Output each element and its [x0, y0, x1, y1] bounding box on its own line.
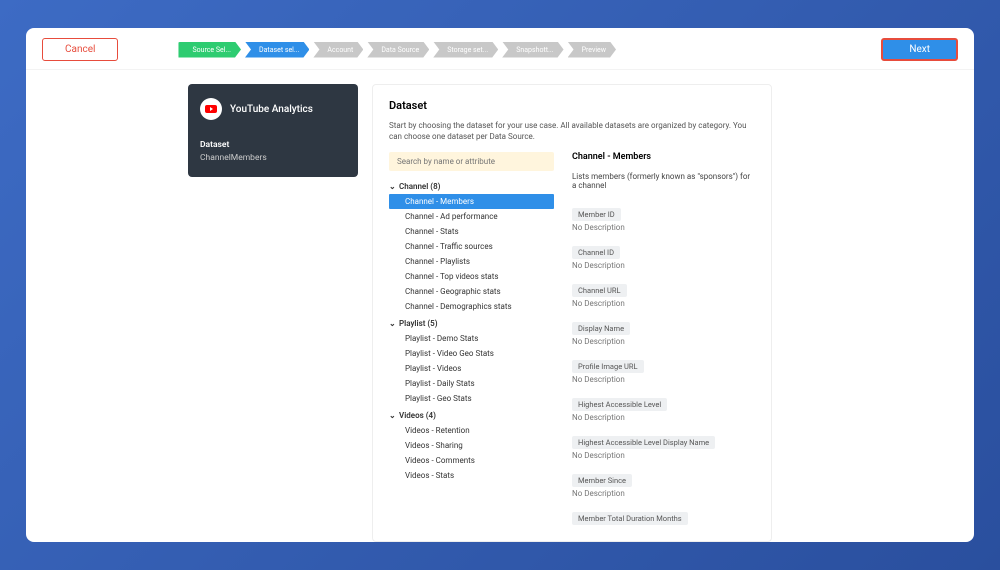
attribute-row: Display Name No Description: [572, 316, 755, 346]
detail-subtitle: Lists members (formerly known as "sponso…: [572, 172, 755, 190]
dataset-tree: ⌄Channel (8)Channel - MembersChannel - A…: [389, 179, 554, 485]
attribute-row: Member ID No Description: [572, 202, 755, 232]
attribute-description: No Description: [572, 223, 755, 232]
search-input[interactable]: [389, 152, 554, 171]
tree-item[interactable]: Channel - Geographic stats: [389, 284, 554, 299]
attribute-row: Channel URL No Description: [572, 278, 755, 308]
dataset-section-label: Dataset: [200, 140, 346, 150]
tree-item[interactable]: Channel - Members: [389, 194, 554, 209]
tree-item[interactable]: Videos - Retention: [389, 423, 554, 438]
wizard-step[interactable]: Source Sel...: [178, 42, 241, 58]
chevron-down-icon: ⌄: [389, 319, 395, 328]
wizard-step[interactable]: Account: [313, 42, 363, 58]
tree-group-header[interactable]: ⌄Playlist (5): [389, 316, 554, 331]
tree-item[interactable]: Playlist - Daily Stats: [389, 376, 554, 391]
top-bar: Cancel Source Sel...Dataset sel...Accoun…: [26, 28, 974, 70]
chevron-down-icon: ⌄: [389, 182, 395, 191]
wizard-steps: Source Sel...Dataset sel...AccountData S…: [178, 42, 821, 58]
attribute-description: No Description: [572, 489, 755, 498]
source-title: YouTube Analytics: [230, 104, 313, 115]
attribute-name: Channel URL: [572, 284, 627, 297]
wizard-step[interactable]: Preview: [568, 42, 616, 58]
attribute-description: No Description: [572, 451, 755, 460]
tree-group-header[interactable]: ⌄Videos (4): [389, 408, 554, 423]
attribute-name: Member Total Duration Months: [572, 512, 688, 525]
attribute-row: Member Total Duration MonthsNo Descripti…: [572, 506, 755, 527]
next-button[interactable]: Next: [881, 38, 958, 61]
tree-item[interactable]: Playlist - Video Geo Stats: [389, 346, 554, 361]
attribute-name: Highest Accessible Level: [572, 398, 667, 411]
attribute-name: Display Name: [572, 322, 630, 335]
attribute-description: No Description: [572, 261, 755, 270]
tree-item[interactable]: Videos - Sharing: [389, 438, 554, 453]
tree-item[interactable]: Playlist - Videos: [389, 361, 554, 376]
attribute-description: No Description: [572, 413, 755, 422]
attribute-name: Member ID: [572, 208, 621, 221]
attribute-row: Channel ID No Description: [572, 240, 755, 270]
attribute-description: No Description: [572, 375, 755, 384]
youtube-icon: [200, 98, 222, 120]
panel-description: Start by choosing the dataset for your u…: [389, 120, 755, 142]
attribute-name: Highest Accessible Level Display Name: [572, 436, 715, 449]
attribute-row: Highest Accessible Level No Description: [572, 392, 755, 422]
wizard-step[interactable]: Dataset sel...: [245, 42, 309, 58]
tree-item[interactable]: Channel - Ad performance: [389, 209, 554, 224]
wizard-step[interactable]: Data Source: [367, 42, 429, 58]
wizard-step[interactable]: Storage set...: [433, 42, 498, 58]
source-summary-card: YouTube Analytics Dataset ChannelMembers: [188, 84, 358, 177]
tree-item[interactable]: Channel - Top videos stats: [389, 269, 554, 284]
chevron-down-icon: ⌄: [389, 411, 395, 420]
attribute-name: Channel ID: [572, 246, 620, 259]
tree-item[interactable]: Playlist - Geo Stats: [389, 391, 554, 406]
tree-item[interactable]: Playlist - Demo Stats: [389, 331, 554, 346]
dataset-selected-name: ChannelMembers: [200, 153, 346, 163]
tree-item[interactable]: Channel - Stats: [389, 224, 554, 239]
attribute-row: Highest Accessible Level Display Name No …: [572, 430, 755, 460]
attribute-row: Member Since No Description: [572, 468, 755, 498]
tree-item[interactable]: Channel - Traffic sources: [389, 239, 554, 254]
tree-group-header[interactable]: ⌄Channel (8): [389, 179, 554, 194]
tree-item[interactable]: Videos - Stats: [389, 468, 554, 483]
attribute-name: Member Since: [572, 474, 632, 487]
detail-title: Channel - Members: [572, 152, 755, 162]
tree-item[interactable]: Channel - Playlists: [389, 254, 554, 269]
cancel-button[interactable]: Cancel: [42, 38, 118, 61]
attribute-description: No Description: [572, 337, 755, 346]
attribute-list: Member ID No Description Channel ID No Desc…: [572, 202, 755, 527]
wizard-step[interactable]: Snapshott...: [502, 42, 563, 58]
dataset-panel: Dataset Start by choosing the dataset fo…: [372, 84, 772, 542]
attribute-row: Profile Image URL No Description: [572, 354, 755, 384]
attribute-description: No Description: [572, 299, 755, 308]
tree-item[interactable]: Channel - Demographics stats: [389, 299, 554, 314]
attribute-name: Profile Image URL: [572, 360, 644, 373]
tree-item[interactable]: Videos - Comments: [389, 453, 554, 468]
panel-heading: Dataset: [389, 99, 755, 112]
